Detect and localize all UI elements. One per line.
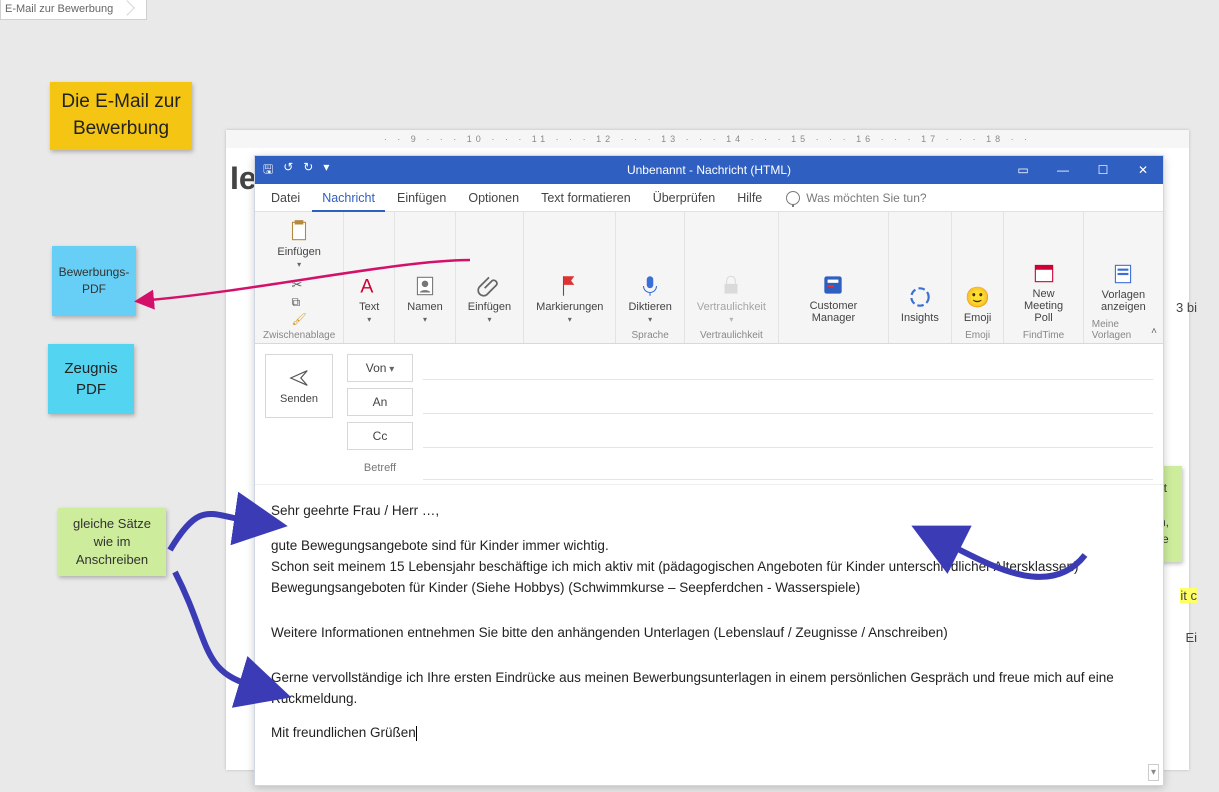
addressbook-icon bbox=[412, 273, 438, 299]
text-button[interactable]: A Text▾ bbox=[352, 271, 386, 326]
mail-paragraph: Sehr geehrte Frau / Herr …, bbox=[271, 501, 1147, 522]
cut-icon[interactable]: ✂ bbox=[292, 277, 307, 293]
send-icon bbox=[288, 367, 310, 389]
template-icon bbox=[1110, 261, 1136, 287]
flag-icon bbox=[557, 273, 583, 299]
qat-more-icon[interactable]: ▾ bbox=[323, 160, 329, 181]
calendar-poll-icon bbox=[1031, 260, 1057, 286]
an-button[interactable]: An bbox=[347, 388, 413, 416]
von-button[interactable]: Von bbox=[347, 354, 413, 382]
subject-field[interactable] bbox=[423, 456, 1153, 480]
ribbon-collapse-icon[interactable]: ˄ bbox=[1151, 326, 1157, 337]
minimize-icon[interactable]: — bbox=[1043, 156, 1083, 184]
menubar: Datei Nachricht Einfügen Optionen Text f… bbox=[255, 184, 1163, 212]
ribbon: Einfügen▾ ✂ ⧉ 🖌 Zwischenablage A Text▾ N… bbox=[255, 212, 1163, 344]
insights-button[interactable]: Insights bbox=[897, 282, 943, 326]
menu-nachricht[interactable]: Nachricht bbox=[312, 184, 385, 212]
cc-field[interactable] bbox=[423, 424, 1153, 448]
tell-me[interactable]: Was möchten Sie tun? bbox=[786, 191, 926, 205]
bg-text-fragment: it c bbox=[1180, 588, 1197, 603]
meeting-poll-button[interactable]: NewMeeting Poll bbox=[1012, 258, 1074, 326]
slide-tab[interactable]: E-Mail zur Bewerbung bbox=[0, 0, 147, 20]
close-icon[interactable]: ✕ bbox=[1123, 156, 1163, 184]
sticky-bewerbungs-pdf: Bewerbungs-PDF bbox=[52, 246, 136, 316]
sticky-gleiche-saetze: gleiche Sätze wie im Anschreiben bbox=[58, 508, 166, 576]
group-findtime: FindTime bbox=[1023, 330, 1064, 341]
compose-header: Senden Von An Cc Betreff bbox=[255, 344, 1163, 485]
lock-tag-icon bbox=[718, 273, 744, 299]
bg-text-fragment: Ei bbox=[1185, 630, 1197, 645]
emoji-button[interactable]: 🙂 Emoji bbox=[960, 282, 996, 326]
menu-datei[interactable]: Datei bbox=[261, 184, 310, 212]
svg-text:A: A bbox=[361, 276, 374, 298]
cc-button[interactable]: Cc bbox=[347, 422, 413, 450]
mail-paragraph: Mit freundlichen Grüßen bbox=[271, 723, 1147, 744]
mic-icon bbox=[637, 273, 663, 299]
mail-paragraph: Gerne vervollständige ich Ihre ersten Ei… bbox=[271, 668, 1147, 710]
mail-paragraph: gute Bewegungsangebote sind für Kinder i… bbox=[271, 536, 1147, 599]
titlebar: 🖫 ↺ ↻ ▾ Unbenannt - Nachricht (HTML) ▭ —… bbox=[255, 156, 1163, 184]
markierungen-button[interactable]: Markierungen▾ bbox=[532, 271, 607, 326]
mail-body[interactable]: Sehr geehrte Frau / Herr …, gute Bewegun… bbox=[255, 485, 1163, 785]
menu-optionen[interactable]: Optionen bbox=[458, 184, 529, 212]
ribbon-mode-icon[interactable]: ▭ bbox=[1003, 156, 1043, 184]
save-icon[interactable]: 🖫 bbox=[263, 160, 273, 181]
tell-me-label: Was möchten Sie tun? bbox=[806, 191, 926, 205]
to-field[interactable] bbox=[423, 390, 1153, 414]
mail-paragraph: Weitere Informationen entnehmen Sie bitt… bbox=[271, 623, 1147, 644]
betreff-label: Betreff bbox=[347, 462, 413, 474]
clipboard-icon bbox=[286, 218, 312, 244]
ruler: · · 9 · · · 10 · · · 11 · · · 12 · · · 1… bbox=[226, 130, 1189, 148]
group-sprache: Sprache bbox=[632, 330, 669, 341]
customer-manager-icon bbox=[820, 272, 846, 298]
group-vorlagen: Meine Vorlagen bbox=[1092, 319, 1155, 341]
insights-icon bbox=[907, 284, 933, 310]
namen-button[interactable]: Namen▾ bbox=[403, 271, 446, 326]
maximize-icon[interactable]: ☐ bbox=[1083, 156, 1123, 184]
sticky-title: Die E-Mail zur Bewerbung bbox=[50, 82, 192, 150]
customer-manager-button[interactable]: Customer Manager bbox=[787, 270, 880, 326]
copy-icon[interactable]: ⧉ bbox=[292, 295, 307, 310]
group-vertraulichkeit: Vertraulichkeit bbox=[700, 330, 763, 341]
vertraulichkeit-button[interactable]: Vertraulichkeit▾ bbox=[693, 271, 770, 326]
group-emoji: Emoji bbox=[965, 330, 990, 341]
menu-einfuegen[interactable]: Einfügen bbox=[387, 184, 456, 212]
bg-text-fragment: 3 bi bbox=[1176, 300, 1197, 315]
undo-icon[interactable]: ↺ bbox=[283, 160, 293, 181]
emoji-icon: 🙂 bbox=[965, 284, 991, 310]
from-field[interactable] bbox=[423, 356, 1153, 380]
send-button[interactable]: Senden bbox=[265, 354, 333, 418]
vorlagen-button[interactable]: Vorlagenanzeigen bbox=[1097, 259, 1150, 315]
redo-icon[interactable]: ↻ bbox=[303, 160, 313, 181]
text-icon: A bbox=[356, 273, 382, 299]
scroll-indicator-icon[interactable]: ▾ bbox=[1148, 764, 1159, 782]
outlook-window: 🖫 ↺ ↻ ▾ Unbenannt - Nachricht (HTML) ▭ —… bbox=[254, 155, 1164, 786]
paste-button[interactable]: Einfügen▾ bbox=[273, 216, 324, 271]
menu-hilfe[interactable]: Hilfe bbox=[727, 184, 772, 212]
paperclip-icon bbox=[476, 273, 502, 299]
diktieren-button[interactable]: Diktieren▾ bbox=[624, 271, 675, 326]
menu-text-formatieren[interactable]: Text formatieren bbox=[531, 184, 641, 212]
einfuegen-attach-button[interactable]: Einfügen▾ bbox=[464, 271, 515, 326]
format-painter-icon[interactable]: 🖌 bbox=[292, 312, 307, 326]
sticky-zeugnis-pdf: Zeugnis PDF bbox=[48, 344, 134, 414]
window-title: Unbenannt - Nachricht (HTML) bbox=[627, 163, 791, 177]
menu-ueberpruefen[interactable]: Überprüfen bbox=[643, 184, 726, 212]
bulb-icon bbox=[786, 191, 800, 205]
group-zwischenablage: Zwischenablage bbox=[263, 330, 335, 341]
